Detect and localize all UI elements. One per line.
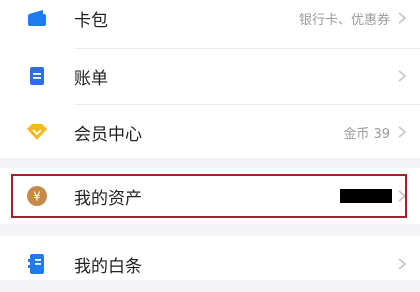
- bill-icon: [26, 65, 48, 87]
- menu-item-label: 账单: [74, 68, 108, 89]
- card-wallet-icon: [26, 7, 48, 29]
- chevron-right-icon: [398, 70, 407, 82]
- chevron-right-icon: [398, 190, 407, 202]
- menu-item-card-wallet[interactable]: 卡包 银行卡、优惠券: [0, 0, 420, 46]
- svg-text:¥: ¥: [33, 190, 41, 204]
- chevron-right-icon: [398, 12, 407, 24]
- vip-diamond-icon: [26, 121, 48, 143]
- menu-item-label: 我的资产: [74, 188, 142, 209]
- menu-group-main: 卡包 银行卡、优惠券 账单 会员中心 金币 39: [0, 0, 420, 158]
- menu-item-bill[interactable]: 账单: [0, 48, 420, 104]
- menu-item-detail: 金币 39: [343, 126, 390, 142]
- menu-item-my-assets[interactable]: ¥ 我的资产: [0, 168, 420, 224]
- menu-item-label: 卡包: [74, 10, 108, 31]
- menu-item-my-iou[interactable]: 我的白条: [0, 236, 420, 292]
- chevron-right-icon: [398, 126, 407, 138]
- menu-group-iou: 我的白条: [0, 236, 420, 280]
- iou-note-icon: [26, 253, 48, 275]
- menu-group-assets: ¥ 我的资产: [0, 168, 420, 224]
- menu-item-label: 我的白条: [74, 256, 142, 277]
- yuan-coin-icon: ¥: [26, 185, 48, 207]
- redacted-value: [340, 189, 392, 203]
- menu-item-label: 会员中心: [74, 124, 142, 145]
- chevron-right-icon: [398, 258, 407, 270]
- menu-item-vip-center[interactable]: 会员中心 金币 39: [0, 104, 420, 160]
- menu-item-detail: 银行卡、优惠券: [298, 12, 390, 28]
